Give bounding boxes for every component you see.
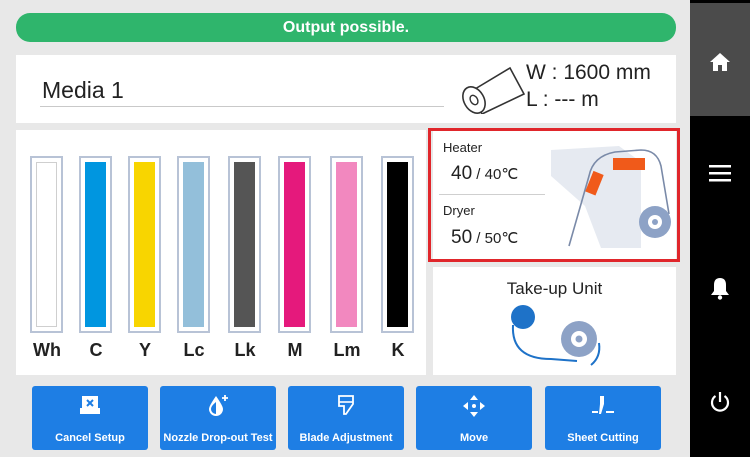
- home-icon: [710, 53, 730, 71]
- media-name: Media 1: [42, 77, 124, 103]
- ink-label-y: Y: [138, 340, 151, 360]
- cancel-setup-button[interactable]: Cancel Setup: [32, 386, 148, 450]
- cancel-setup-icon: [80, 396, 100, 414]
- ink-label-lc: Lc: [183, 340, 205, 360]
- takeup-panel[interactable]: Take-up Unit: [433, 267, 676, 375]
- heater-highlight-frame: [428, 128, 680, 262]
- bell-icon: [711, 278, 729, 300]
- nozzle-drop-icon: [209, 395, 228, 416]
- status-message: Output possible.: [282, 19, 410, 36]
- move-label: Move: [459, 432, 489, 444]
- media-dimensions: W : 1600 mm L : --- m: [526, 59, 651, 113]
- notifications-button[interactable]: [690, 268, 750, 308]
- media-roll-icon: [462, 66, 526, 114]
- menu-button[interactable]: [690, 153, 750, 193]
- ink-label-wh: Wh: [33, 340, 61, 360]
- move-button[interactable]: Move: [416, 386, 532, 450]
- menu-icon: [709, 165, 731, 182]
- blade-icon: [338, 395, 354, 415]
- ink-panel[interactable]: Wh C Y Lc Lk M Lm K: [16, 130, 426, 375]
- nozzle-drop-out-test-button[interactable]: Nozzle Drop-out Test: [160, 386, 276, 450]
- ink-fill-y: [134, 162, 155, 327]
- ink-slot-lm: [330, 156, 363, 333]
- side-navigation: [690, 0, 750, 457]
- media-name-underline: [40, 106, 444, 107]
- cancel-setup-label: Cancel Setup: [55, 432, 125, 444]
- ink-fill-lc: [183, 162, 204, 327]
- move-arrows-icon: [463, 395, 485, 417]
- nozzle-drop-out-test-label: Nozzle Drop-out Test: [163, 432, 273, 444]
- ink-fill-wh: [36, 162, 57, 327]
- media-length: L : --- m: [526, 88, 599, 111]
- media-panel[interactable]: Media 1 W : 1600 mm L : --- m: [16, 55, 676, 123]
- ink-label-m: M: [287, 340, 303, 360]
- ink-label-lk: Lk: [234, 340, 256, 360]
- ink-label-c: C: [89, 340, 103, 360]
- sheet-cutting-button[interactable]: Sheet Cutting: [545, 386, 661, 450]
- takeup-roll-icon: [511, 305, 601, 366]
- ink-slot-c: [79, 156, 112, 333]
- ink-fill-k: [387, 162, 408, 327]
- ink-slot-wh: [30, 156, 63, 333]
- sheet-cutting-label: Sheet Cutting: [567, 432, 639, 444]
- ink-slot-lc: [177, 156, 210, 333]
- power-button[interactable]: [690, 382, 750, 422]
- ink-slot-k: [381, 156, 414, 333]
- blade-adjustment-button[interactable]: Blade Adjustment: [288, 386, 404, 450]
- toolbar: Cancel Setup Nozzle Drop-out Test Blade …: [16, 386, 676, 450]
- ink-label-lm: Lm: [333, 340, 361, 360]
- ink-slot-m: [278, 156, 311, 333]
- blade-adjustment-label: Blade Adjustment: [299, 432, 393, 444]
- power-icon: [710, 392, 730, 412]
- takeup-label: Take-up Unit: [506, 279, 603, 298]
- ink-fill-lk: [234, 162, 255, 327]
- ink-fill-lm: [336, 162, 357, 327]
- ink-label-k: K: [391, 340, 405, 360]
- main-area: Output possible. Media 1 W : 1600 mm L :…: [0, 0, 690, 457]
- ink-slot-y: [128, 156, 161, 333]
- ink-fill-c: [85, 162, 106, 327]
- home-button[interactable]: [690, 3, 750, 116]
- ink-fill-m: [284, 162, 305, 327]
- status-banner: Output possible.: [16, 13, 676, 42]
- sheet-cutting-icon: [592, 396, 614, 414]
- media-width: W : 1600 mm: [526, 61, 651, 84]
- ink-slot-lk: [228, 156, 261, 333]
